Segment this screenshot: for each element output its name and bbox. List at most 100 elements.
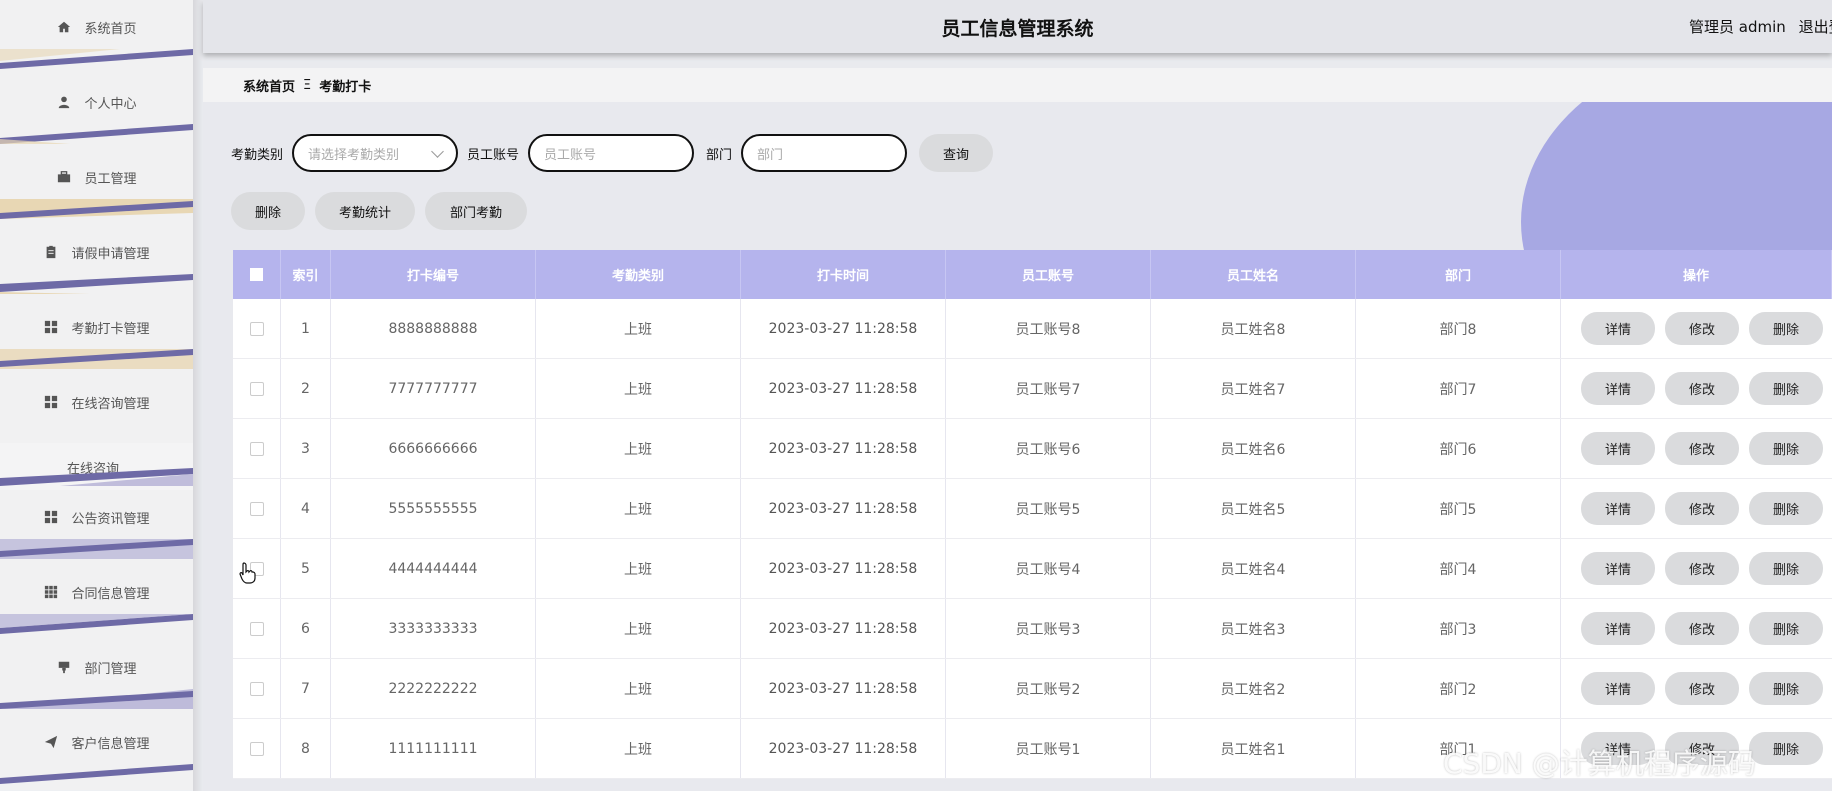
row-delete-button[interactable]: 删除 xyxy=(1749,732,1823,765)
cell-account: 员工账号1 xyxy=(946,719,1151,778)
cell-ops: 详情 修改 删除 xyxy=(1561,299,1832,358)
dept-input[interactable]: 部门 xyxy=(741,134,908,172)
cell-index: 2 xyxy=(281,359,331,418)
cell-index: 8 xyxy=(281,719,331,778)
edit-button[interactable]: 修改 xyxy=(1665,552,1739,585)
cell-dept: 部门7 xyxy=(1356,359,1561,418)
attendance-stats-button[interactable]: 考勤统计 xyxy=(315,192,415,230)
menu-divider xyxy=(0,614,193,634)
col-header: 操作 xyxy=(1561,250,1832,299)
sidebar-item-label: 合同信息管理 xyxy=(71,586,150,602)
cell-punch-no: 2222222222 xyxy=(331,659,536,718)
detail-button[interactable]: 详情 xyxy=(1581,612,1655,645)
cell-name: 员工姓名8 xyxy=(1151,299,1356,358)
search-button[interactable]: 查询 xyxy=(919,134,994,172)
col-header: 员工姓名 xyxy=(1151,250,1356,299)
sidebar-item-profile[interactable]: 个人中心 xyxy=(0,75,193,150)
row-checkbox[interactable] xyxy=(249,681,264,696)
col-header: 打卡时间 xyxy=(741,250,946,299)
edit-button[interactable]: 修改 xyxy=(1665,312,1739,345)
account-label: 员工账号 xyxy=(467,147,520,163)
briefcase-icon xyxy=(56,169,72,185)
row-delete-button[interactable]: 删除 xyxy=(1749,312,1823,345)
row-select-cell xyxy=(233,599,281,658)
menu-divider xyxy=(0,764,193,784)
cell-index: 7 xyxy=(281,659,331,718)
col-header: 员工账号 xyxy=(946,250,1151,299)
cell-type: 上班 xyxy=(536,359,741,418)
row-checkbox[interactable] xyxy=(249,621,264,636)
account-input[interactable]: 员工账号 xyxy=(528,134,695,172)
edit-button[interactable]: 修改 xyxy=(1665,492,1739,525)
col-header: 打卡编号 xyxy=(331,250,536,299)
cell-account: 员工账号4 xyxy=(946,539,1151,598)
menu-divider xyxy=(0,349,193,369)
menu-divider xyxy=(0,124,193,144)
detail-button[interactable]: 详情 xyxy=(1581,312,1655,345)
cell-name: 员工姓名2 xyxy=(1151,659,1356,718)
row-delete-button[interactable]: 删除 xyxy=(1749,492,1823,525)
select-all-checkbox[interactable] xyxy=(250,268,263,281)
edit-button[interactable]: 修改 xyxy=(1665,612,1739,645)
breadcrumb-home[interactable]: 系统首页 xyxy=(243,76,295,95)
row-checkbox[interactable] xyxy=(249,441,264,456)
type-label: 考勤类别 xyxy=(231,147,284,163)
row-delete-button[interactable]: 删除 xyxy=(1749,672,1823,705)
cell-account: 员工账号5 xyxy=(946,479,1151,538)
row-delete-button[interactable]: 删除 xyxy=(1749,372,1823,405)
edit-button[interactable]: 修改 xyxy=(1665,372,1739,405)
cell-index: 3 xyxy=(281,419,331,478)
menu-divider xyxy=(0,49,193,69)
row-checkbox[interactable] xyxy=(249,381,264,396)
cell-ops: 详情 修改 删除 xyxy=(1561,479,1832,538)
sidebar-item-contracts[interactable]: 合同信息管理 xyxy=(0,565,193,640)
cell-punch-no: 4444444444 xyxy=(331,539,536,598)
sidebar-item-leave[interactable]: 请假申请管理 xyxy=(0,225,193,300)
row-delete-button[interactable]: 删除 xyxy=(1749,552,1823,585)
row-checkbox[interactable] xyxy=(249,321,264,336)
detail-button[interactable]: 详情 xyxy=(1581,432,1655,465)
attendance-type-select[interactable]: 请选择考勤类别 xyxy=(292,134,459,172)
detail-button[interactable]: 详情 xyxy=(1581,492,1655,525)
row-delete-button[interactable]: 删除 xyxy=(1749,432,1823,465)
sidebar-subitem-online-consult[interactable]: 在线咨询 xyxy=(0,443,193,491)
cell-name: 员工姓名3 xyxy=(1151,599,1356,658)
cell-type: 上班 xyxy=(536,539,741,598)
dept-attendance-button[interactable]: 部门考勤 xyxy=(425,192,527,230)
menu-divider xyxy=(0,199,193,219)
table-row: 5 4444444444 上班 2023-03-27 11:28:58 员工账号… xyxy=(233,539,1832,599)
sidebar-item-departments[interactable]: 部门管理 xyxy=(0,640,193,715)
sidebar-item-employees[interactable]: 员工管理 xyxy=(0,150,193,225)
sidebar-item-label: 客户信息管理 xyxy=(71,736,150,752)
sidebar-item-attendance[interactable]: 考勤打卡管理 xyxy=(0,300,193,375)
breadcrumb-separator: Ξ xyxy=(303,77,312,93)
apps-icon xyxy=(43,584,59,600)
cell-type: 上班 xyxy=(536,419,741,478)
detail-button[interactable]: 详情 xyxy=(1581,552,1655,585)
sidebar-item-home[interactable]: 系统首页 xyxy=(0,0,193,75)
cell-punch-no: 3333333333 xyxy=(331,599,536,658)
edit-button[interactable]: 修改 xyxy=(1665,672,1739,705)
cell-index: 4 xyxy=(281,479,331,538)
row-select-cell xyxy=(233,719,281,778)
cell-time: 2023-03-27 11:28:58 xyxy=(741,539,946,598)
detail-button[interactable]: 详情 xyxy=(1581,672,1655,705)
sidebar-item-announcements[interactable]: 公告资讯管理 xyxy=(0,490,193,565)
table-row: 4 5555555555 上班 2023-03-27 11:28:58 员工账号… xyxy=(233,479,1832,539)
edit-button[interactable]: 修改 xyxy=(1665,432,1739,465)
detail-button[interactable]: 详情 xyxy=(1581,372,1655,405)
delete-button[interactable]: 删除 xyxy=(231,192,305,230)
row-checkbox[interactable] xyxy=(249,501,264,516)
cell-punch-no: 5555555555 xyxy=(331,479,536,538)
user-icon xyxy=(56,94,72,110)
attendance-table: 索引 打卡编号 考勤类别 打卡时间 员工账号 员工姓名 部门 操作 1 8888… xyxy=(233,250,1832,779)
row-checkbox[interactable] xyxy=(249,741,264,756)
sidebar-item-customers[interactable]: 客户信息管理 xyxy=(0,715,193,790)
row-delete-button[interactable]: 删除 xyxy=(1749,612,1823,645)
cell-name: 员工姓名6 xyxy=(1151,419,1356,478)
select-all-cell xyxy=(233,250,281,299)
sidebar-item-consult[interactable]: 在线咨询管理 xyxy=(0,375,193,443)
logout-link[interactable]: 退出登录 xyxy=(1799,18,1832,36)
cell-type: 上班 xyxy=(536,599,741,658)
cell-time: 2023-03-27 11:28:58 xyxy=(741,299,946,358)
